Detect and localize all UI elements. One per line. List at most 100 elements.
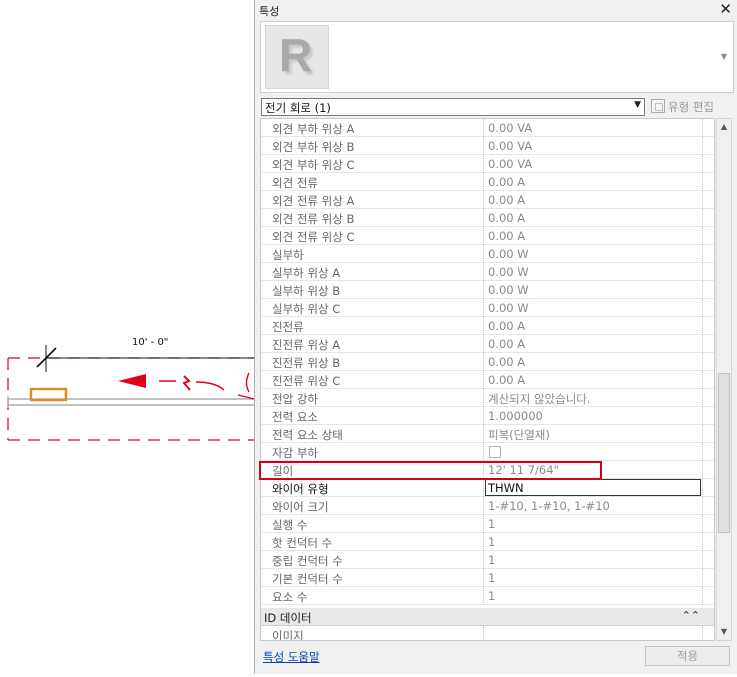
apply-button[interactable]: 적용 [645,646,730,666]
column-divider [702,317,704,335]
property-row[interactable]: 이미지 [261,626,714,641]
dropdown-arrow-icon[interactable]: ▼ [634,100,641,110]
column-divider [483,155,485,173]
property-row[interactable]: 실부하 위상 A 0.00 W [261,263,714,281]
palette-title-bar[interactable]: 특성 ✕ [255,0,737,19]
column-divider [483,371,485,389]
property-name: 실부하 위상 B [272,284,341,298]
lightning-icon [182,375,191,391]
grid-scrollbar[interactable]: ▲ ▼ [716,118,732,641]
property-value: 0.00 A [488,211,526,225]
property-name: 외견 전류 위상 A [272,194,355,208]
property-name: 외견 전류 위상 B [272,212,355,226]
column-divider [702,479,704,497]
property-name: 전력 요소 상태 [272,428,343,442]
property-row[interactable]: 실부하 위상 C 0.00 W [261,299,714,317]
element-selector-dropdown[interactable]: 전기 회로 (1) ▼ [261,98,645,116]
column-divider [483,317,485,335]
revit-logo-icon: R [279,29,313,81]
property-row[interactable]: 와이어 유형 THWN [261,479,714,497]
property-checkbox[interactable] [489,446,501,458]
property-row[interactable]: 진전류 위상 A 0.00 A [261,335,714,353]
property-row[interactable]: 외견 부하 위상 B 0.00 VA [261,137,714,155]
property-value: 0.00 A [488,319,526,333]
column-divider [702,281,704,299]
property-row[interactable]: 외견 전류 0.00 A [261,173,714,191]
property-name: 진전류 [272,320,304,334]
collapse-icon[interactable]: ⌃⌃ [682,609,700,622]
column-divider [702,191,704,209]
close-icon[interactable]: ✕ [719,0,732,18]
scroll-up-icon[interactable]: ▲ [717,119,731,135]
property-row[interactable]: 실부하 위상 B 0.00 W [261,281,714,299]
property-row[interactable]: 기본 컨덕터 수 1 [261,569,714,587]
column-divider [483,551,485,569]
scroll-thumb[interactable] [718,373,730,534]
property-value: 0.00 A [488,175,526,189]
chevron-down-icon[interactable]: ▼ [721,52,727,61]
column-divider [702,227,704,245]
column-divider [702,263,704,281]
column-divider [483,137,485,155]
column-divider [702,425,704,443]
property-row[interactable]: 실부하 0.00 W [261,245,714,263]
edit-type-button[interactable]: 유형 편집 [651,97,714,115]
selector-value: 전기 회로 (1) [265,101,331,115]
wire-arrow-icon [118,374,146,388]
column-divider [702,461,704,479]
property-name: 이미지 [272,629,304,641]
property-row[interactable]: 핫 컨덕터 수 1 [261,533,714,551]
property-row[interactable]: 외견 전류 위상 C 0.00 A [261,227,714,245]
properties-help-link[interactable]: 특성 도움말 [263,649,320,665]
property-row[interactable]: 외견 전류 위상 B 0.00 A [261,209,714,227]
property-name: 와이어 유형 [272,482,329,496]
column-divider [483,191,485,209]
property-name: 외견 부하 위상 B [272,140,355,154]
property-row[interactable]: 요소 수 1 [261,587,714,605]
column-divider [702,497,704,515]
property-row[interactable]: 실행 수 1 [261,515,714,533]
property-row[interactable]: 전력 요소 1.000000 [261,407,714,425]
drawing-canvas[interactable]: 10' - 0" [0,0,255,674]
wire-end-arc [245,372,250,393]
column-divider [702,533,704,551]
column-divider [483,281,485,299]
property-value: 계산되지 않았습니다. [488,392,591,406]
type-preview-area: R ▼ [260,21,734,93]
property-row[interactable]: 진전류 위상 C 0.00 A [261,371,714,389]
property-name: 외견 부하 위상 C [272,158,355,172]
property-row[interactable]: 외견 부하 위상 A 0.00 VA [261,119,714,137]
property-value: 0.00 W [488,247,529,261]
group-title: ID 데이터 [264,611,312,625]
property-name: 실행 수 [272,518,308,532]
column-divider [702,443,704,461]
property-row[interactable]: 중립 컨덕터 수 1 [261,551,714,569]
property-row[interactable]: 전력 요소 상태 피복(단열재) [261,425,714,443]
property-row[interactable]: 와이어 크기 1-#10, 1-#10, 1-#10 [261,497,714,515]
property-row[interactable]: 진전류 위상 B 0.00 A [261,353,714,371]
property-name: 전압 강하 [272,392,318,406]
column-divider [483,353,485,371]
column-divider [483,299,485,317]
property-name: 실부하 위상 A [272,266,341,280]
property-row[interactable]: 외견 전류 위상 A 0.00 A [261,191,714,209]
property-name: 기본 컨덕터 수 [272,572,343,586]
scroll-down-icon[interactable]: ▼ [717,624,731,640]
column-divider [702,119,704,137]
column-divider [483,407,485,425]
property-value[interactable]: THWN [488,481,524,495]
column-divider [702,551,704,569]
property-row[interactable]: 길이 12' 11 7/64" [261,461,714,479]
property-row[interactable]: 진전류 0.00 A [261,317,714,335]
property-value: 1 [488,517,496,531]
column-divider [483,209,485,227]
property-row[interactable]: 전압 강하 계산되지 않았습니다. [261,389,714,407]
group-header-identity-data[interactable]: ID 데이터 ⌃⌃ [261,608,714,626]
column-divider [483,173,485,191]
property-name: 핫 컨덕터 수 [272,536,333,550]
property-row[interactable]: 자감 부하 [261,443,714,461]
property-row[interactable]: 외견 부하 위상 C 0.00 VA [261,155,714,173]
column-divider [702,407,704,425]
property-name: 외견 부하 위상 A [272,122,355,136]
property-value: 0.00 VA [488,121,533,135]
